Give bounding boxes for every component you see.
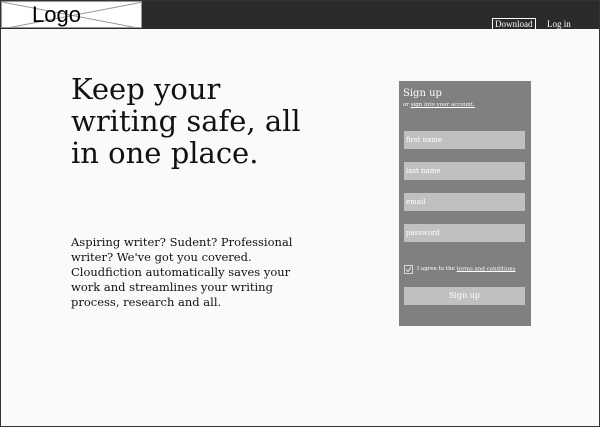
login-link[interactable]: Log in	[547, 19, 571, 29]
signup-button[interactable]: Sign up	[404, 287, 525, 305]
email-field[interactable]: email	[404, 193, 525, 211]
top-navigation-bar: Logo Download Log in	[1, 1, 599, 30]
logo-text: Logo	[32, 2, 81, 27]
download-link[interactable]: Download	[492, 18, 536, 30]
signin-prefix: or	[403, 102, 411, 108]
password-field[interactable]: password	[404, 224, 525, 242]
signin-link[interactable]: sign into your account.	[411, 102, 475, 108]
signup-title: Sign up	[403, 88, 442, 99]
hero-headline: Keep your writing safe, all in one place…	[71, 72, 301, 170]
terms-agreement-row: I agree to the terms and conditions	[404, 260, 516, 274]
logo[interactable]: Logo	[1, 1, 142, 28]
last-name-field[interactable]: last name	[404, 162, 525, 180]
signup-form: Sign up or sign into your account. first…	[399, 81, 531, 326]
terms-link[interactable]: terms and conditions	[457, 266, 516, 272]
first-name-field[interactable]: first name	[404, 131, 525, 149]
agree-text: I agree to the	[417, 266, 457, 273]
signin-prompt: or sign into your account.	[403, 102, 475, 108]
hero-tagline: Aspiring writer? Sudent? Professional wr…	[71, 235, 293, 309]
page: Logo Download Log in Keep your writing s…	[0, 0, 600, 427]
terms-checkbox[interactable]	[404, 264, 413, 274]
checkmark-icon	[405, 266, 412, 273]
